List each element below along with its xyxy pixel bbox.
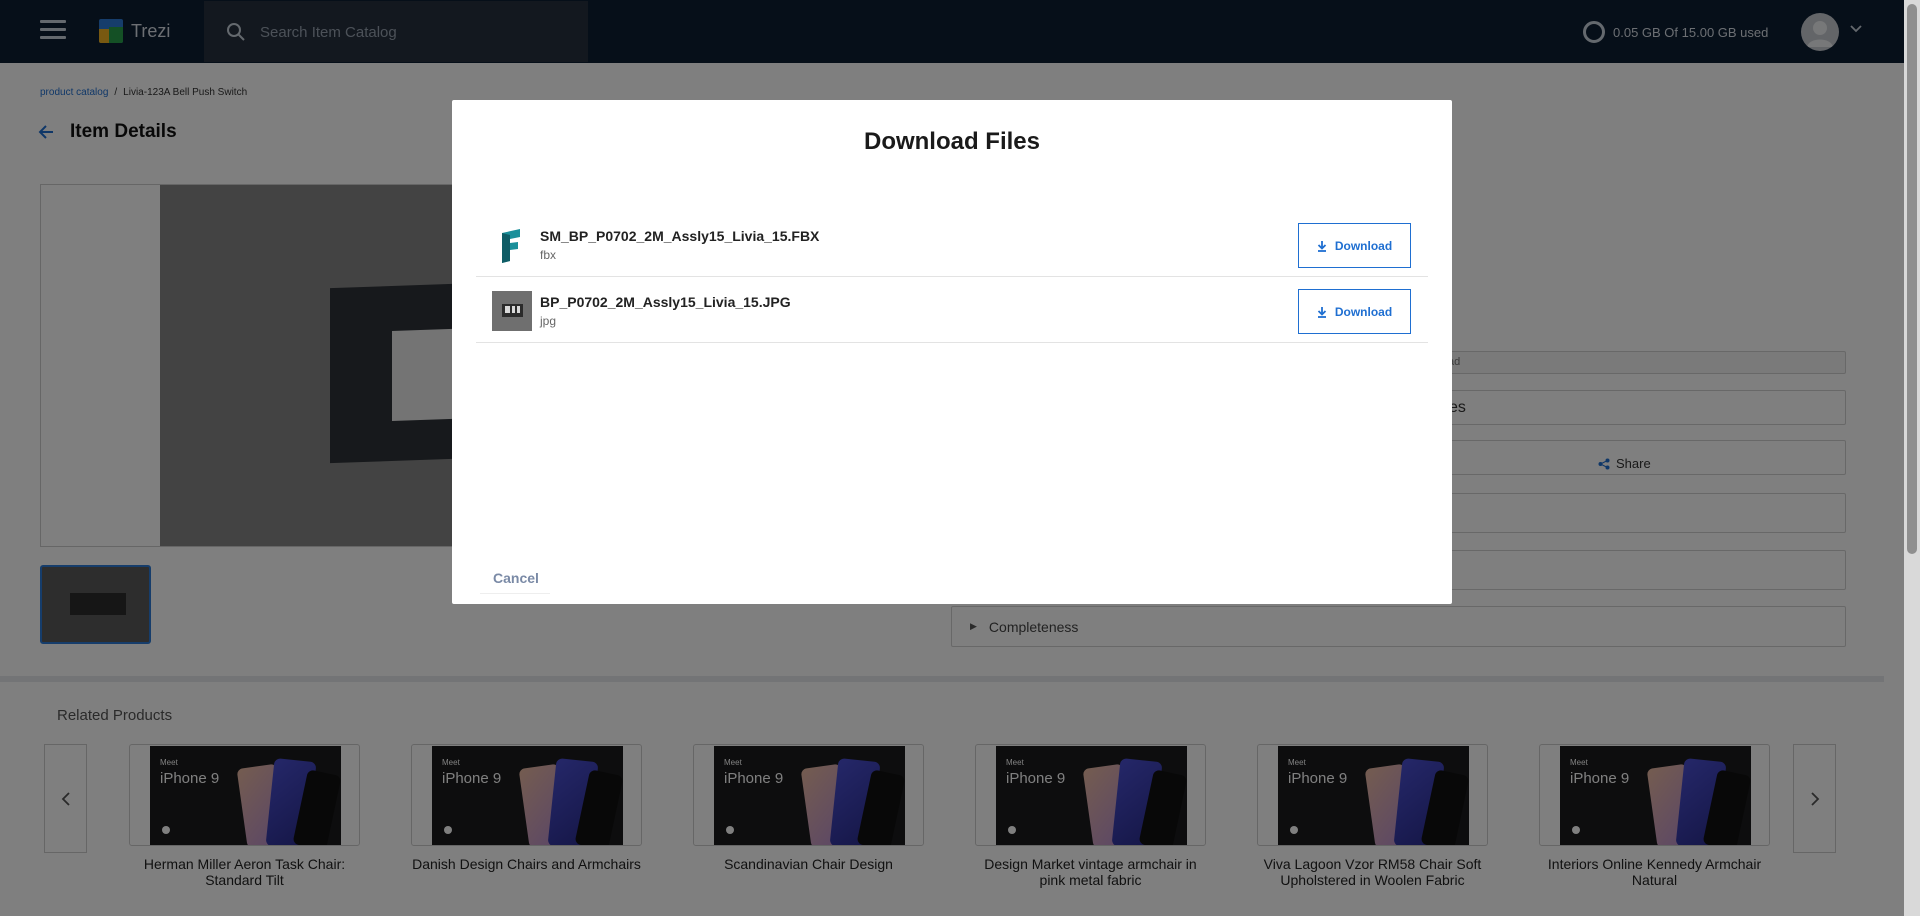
download-files-dialog: Download Files SM_BP_P0702_2M_Assly15_Li…	[452, 100, 1452, 604]
jpg-thumbnail-icon	[492, 291, 532, 331]
file-name: SM_BP_P0702_2M_Assly15_Livia_15.FBX	[540, 228, 820, 244]
file-row: BP_P0702_2M_Assly15_Livia_15.JPG jpg Dow…	[476, 277, 1428, 343]
page-scrollbar[interactable]	[1904, 0, 1920, 916]
scrollbar-thumb[interactable]	[1907, 4, 1917, 554]
file-type: jpg	[540, 314, 557, 328]
download-button[interactable]: Download	[1298, 223, 1411, 268]
download-icon	[1317, 306, 1326, 318]
download-icon	[1317, 240, 1326, 252]
file-name: BP_P0702_2M_Assly15_Livia_15.JPG	[540, 294, 791, 310]
cancel-button[interactable]: Cancel	[480, 562, 550, 594]
file-row: SM_BP_P0702_2M_Assly15_Livia_15.FBX fbx …	[476, 211, 1428, 277]
download-button[interactable]: Download	[1298, 289, 1411, 334]
dialog-title: Download Files	[863, 128, 1040, 155]
file-type: fbx	[540, 248, 557, 262]
download-label: Download	[1334, 304, 1393, 319]
download-label: Download	[1334, 238, 1393, 253]
fbx-file-icon	[502, 229, 520, 263]
